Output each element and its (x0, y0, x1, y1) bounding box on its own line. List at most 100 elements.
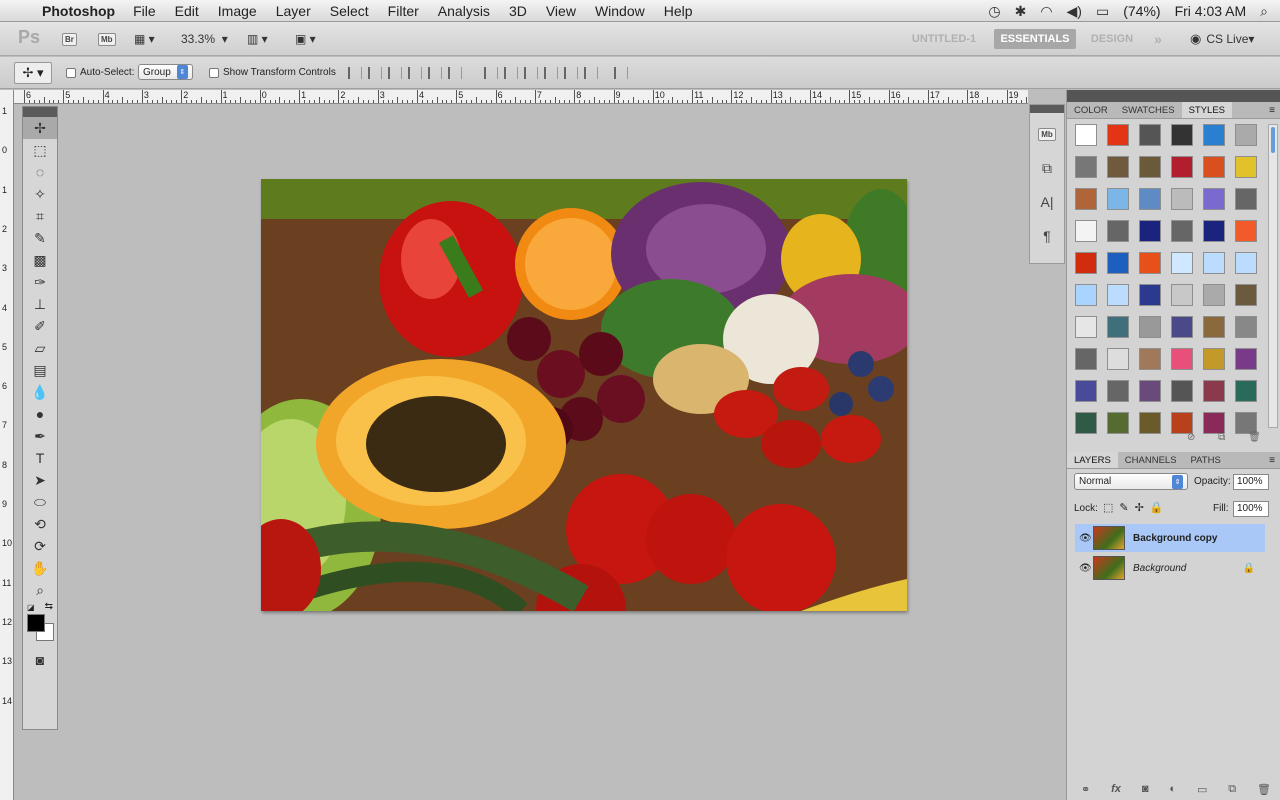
tab-swatches[interactable]: SWATCHES (1115, 102, 1182, 118)
battery-icon[interactable]: ▭ (1096, 3, 1109, 20)
style-swatch[interactable] (1139, 412, 1161, 434)
style-swatch[interactable] (1139, 284, 1161, 306)
tab-color[interactable]: COLOR (1067, 102, 1115, 118)
mini-bridge-button[interactable]: Mb (98, 29, 116, 49)
style-swatch[interactable] (1107, 412, 1129, 434)
swap-colors-icon[interactable]: ⇆ (45, 601, 53, 612)
menu-edit[interactable]: Edit (175, 3, 199, 19)
style-swatch[interactable] (1075, 348, 1097, 370)
history-panel-icon[interactable]: ⧉ (1030, 151, 1064, 185)
layer-name[interactable]: Background copy (1133, 533, 1217, 544)
menu-window[interactable]: Window (595, 3, 645, 19)
quick-selection-tool-icon[interactable]: ✧ (23, 183, 57, 205)
style-swatch[interactable] (1075, 284, 1097, 306)
marquee-tool-icon[interactable]: ⬚ (23, 139, 57, 161)
align-buttons[interactable] (348, 67, 468, 79)
style-swatch[interactable] (1235, 252, 1257, 274)
bluetooth-icon[interactable]: ✱ (1015, 3, 1027, 20)
style-swatch[interactable] (1171, 348, 1193, 370)
show-transform-controls-checkbox[interactable]: Show Transform Controls (209, 67, 336, 78)
style-swatch[interactable] (1203, 316, 1225, 338)
menu-view[interactable]: View (546, 3, 576, 19)
menu-filter[interactable]: Filter (388, 3, 419, 19)
align-vcenter-icon[interactable] (368, 67, 382, 79)
style-swatch[interactable] (1235, 156, 1257, 178)
style-swatch[interactable] (1235, 220, 1257, 242)
style-swatch[interactable] (1171, 188, 1193, 210)
battery-percent[interactable]: (74%) (1123, 3, 1160, 19)
tool-preset-picker[interactable]: ✢ ▾ (14, 62, 52, 84)
style-swatch[interactable] (1139, 380, 1161, 402)
hand-tool-icon[interactable]: ✋ (23, 557, 57, 579)
3d-rotate-tool-icon[interactable]: ⟲ (23, 513, 57, 535)
character-panel-icon[interactable]: A| (1030, 185, 1064, 219)
style-swatch[interactable] (1203, 348, 1225, 370)
blur-tool-icon[interactable]: 💧 (23, 381, 57, 403)
spotlight-search-icon[interactable]: ⌕ (1260, 3, 1268, 20)
tab-styles[interactable]: STYLES (1181, 102, 1233, 118)
style-swatch[interactable] (1203, 220, 1225, 242)
style-swatch[interactable] (1203, 380, 1225, 402)
style-swatch[interactable] (1171, 124, 1193, 146)
dock-header[interactable] (1067, 90, 1280, 102)
style-swatch[interactable] (1075, 220, 1097, 242)
style-swatch[interactable] (1139, 252, 1161, 274)
foreground-color-swatch[interactable] (27, 614, 45, 632)
styles-scrollbar[interactable] (1268, 124, 1278, 428)
visibility-eye-icon[interactable]: 👁 (1079, 563, 1092, 574)
style-swatch[interactable] (1203, 252, 1225, 274)
style-swatch[interactable] (1075, 188, 1097, 210)
style-swatch[interactable] (1075, 380, 1097, 402)
align-bottom-icon[interactable] (388, 67, 402, 79)
lasso-tool-icon[interactable]: ◌ (23, 161, 57, 183)
zoom-tool-icon[interactable]: ⌕ (23, 579, 57, 601)
workspace-design[interactable]: DESIGN (1084, 29, 1140, 49)
style-swatch[interactable] (1203, 156, 1225, 178)
styles-footer-buttons[interactable]: ⊘ ⧉ 🗑 (1187, 432, 1271, 443)
style-swatch[interactable] (1203, 412, 1225, 434)
distribute-vcenter-icon[interactable] (504, 67, 518, 79)
blend-mode-dropdown[interactable]: Normal ⇕ (1074, 473, 1188, 490)
auto-select-dropdown[interactable]: Group ⇕ (138, 64, 193, 80)
path-selection-tool-icon[interactable]: ➤ (23, 469, 57, 491)
clone-stamp-tool-icon[interactable]: ⊥ (23, 293, 57, 315)
workspace-untitled[interactable]: UNTITLED-1 (900, 29, 988, 49)
time-machine-icon[interactable]: ◷ (988, 3, 1000, 20)
style-swatch[interactable] (1107, 188, 1129, 210)
default-colors-icon[interactable]: ◪ (27, 603, 35, 612)
new-group-icon[interactable]: ▭ (1197, 783, 1207, 796)
style-swatch[interactable] (1075, 316, 1097, 338)
view-extras-button[interactable]: ▦ ▾ (134, 29, 155, 49)
style-swatch[interactable] (1075, 252, 1097, 274)
opacity-input[interactable]: 100% (1233, 474, 1269, 490)
adjustment-layer-icon[interactable]: ◐ (1169, 783, 1176, 796)
pen-tool-icon[interactable]: ✒ (23, 425, 57, 447)
align-top-icon[interactable] (348, 67, 362, 79)
zoom-level[interactable]: 33.3% ▾ (181, 29, 228, 49)
style-swatch[interactable] (1107, 156, 1129, 178)
style-swatch[interactable] (1107, 252, 1129, 274)
style-swatch[interactable] (1235, 316, 1257, 338)
style-swatch[interactable] (1107, 348, 1129, 370)
cs-live-button[interactable]: ◉ CS Live ▾ (1190, 29, 1254, 49)
style-swatch[interactable] (1203, 124, 1225, 146)
style-swatch[interactable] (1171, 156, 1193, 178)
tab-channels[interactable]: CHANNELS (1118, 452, 1184, 468)
style-swatch[interactable] (1107, 380, 1129, 402)
visibility-eye-icon[interactable]: 👁 (1079, 533, 1092, 544)
move-tool-icon[interactable]: ✢ (23, 117, 57, 139)
screen-mode-button[interactable]: ▣ ▾ (295, 29, 316, 49)
panel-menu-icon[interactable]: ≡ (1269, 102, 1280, 118)
layer-name[interactable]: Background (1133, 563, 1186, 574)
style-swatch[interactable] (1107, 124, 1129, 146)
style-swatch[interactable] (1075, 156, 1097, 178)
align-right-icon[interactable] (448, 67, 462, 79)
style-swatch[interactable] (1139, 156, 1161, 178)
3d-orbit-tool-icon[interactable]: ⟳ (23, 535, 57, 557)
menu-analysis[interactable]: Analysis (438, 3, 490, 19)
tools-panel-header[interactable] (23, 107, 57, 117)
style-swatch[interactable] (1075, 124, 1097, 146)
style-swatch[interactable] (1139, 316, 1161, 338)
style-swatch[interactable] (1235, 284, 1257, 306)
auto-align-layers-button[interactable] (614, 67, 634, 79)
